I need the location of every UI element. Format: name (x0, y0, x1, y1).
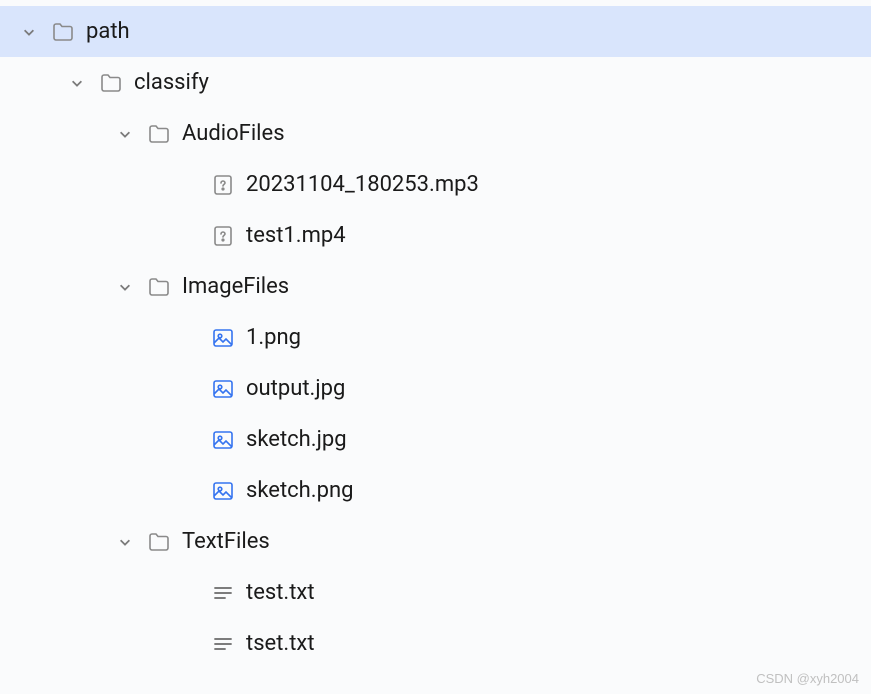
tree-row-file[interactable]: output.jpg (0, 363, 871, 414)
tree-label: sketch.png (246, 478, 353, 503)
chevron-down-icon[interactable] (66, 72, 88, 94)
tree-row-file[interactable]: 1.png (0, 312, 871, 363)
tree-label: tset.txt (246, 631, 315, 656)
tree-row-folder[interactable]: TextFiles (0, 516, 871, 567)
image-file-icon (210, 376, 236, 402)
tree-label: sketch.jpg (246, 427, 347, 452)
tree-row-file[interactable]: 20231104_180253.mp3 (0, 159, 871, 210)
tree-label: 1.png (246, 325, 301, 350)
tree-row-file[interactable]: tset.txt (0, 618, 871, 669)
image-file-icon (210, 478, 236, 504)
folder-icon (146, 529, 172, 555)
tree-label: test1.mp4 (246, 223, 346, 248)
tree-row-file[interactable]: sketch.jpg (0, 414, 871, 465)
folder-icon (146, 274, 172, 300)
tree-label: classify (134, 70, 209, 95)
folder-icon (98, 70, 124, 96)
folder-icon (146, 121, 172, 147)
folder-icon (50, 19, 76, 45)
tree-label: ImageFiles (182, 274, 289, 299)
unknown-file-icon (210, 223, 236, 249)
image-file-icon (210, 325, 236, 351)
chevron-down-icon[interactable] (114, 276, 136, 298)
tree-row-file[interactable]: test.txt (0, 567, 871, 618)
tree-label: AudioFiles (182, 121, 285, 146)
tree-row-folder[interactable]: ImageFiles (0, 261, 871, 312)
tree-label: output.jpg (246, 376, 345, 401)
tree-row-folder[interactable]: AudioFiles (0, 108, 871, 159)
tree-row-folder[interactable]: classify (0, 57, 871, 108)
tree-row-file[interactable]: test1.mp4 (0, 210, 871, 261)
image-file-icon (210, 427, 236, 453)
chevron-down-icon[interactable] (18, 21, 40, 43)
tree-label: path (86, 19, 130, 44)
tree-label: 20231104_180253.mp3 (246, 172, 479, 197)
watermark: CSDN @xyh2004 (756, 671, 859, 686)
text-file-icon (210, 631, 236, 657)
tree-label: TextFiles (182, 529, 270, 554)
text-file-icon (210, 580, 236, 606)
file-tree: path classify AudioFiles 20231104_180253… (0, 0, 871, 669)
tree-row-file[interactable]: sketch.png (0, 465, 871, 516)
unknown-file-icon (210, 172, 236, 198)
chevron-down-icon[interactable] (114, 531, 136, 553)
tree-row-folder[interactable]: path (0, 6, 871, 57)
tree-label: test.txt (246, 580, 315, 605)
chevron-down-icon[interactable] (114, 123, 136, 145)
